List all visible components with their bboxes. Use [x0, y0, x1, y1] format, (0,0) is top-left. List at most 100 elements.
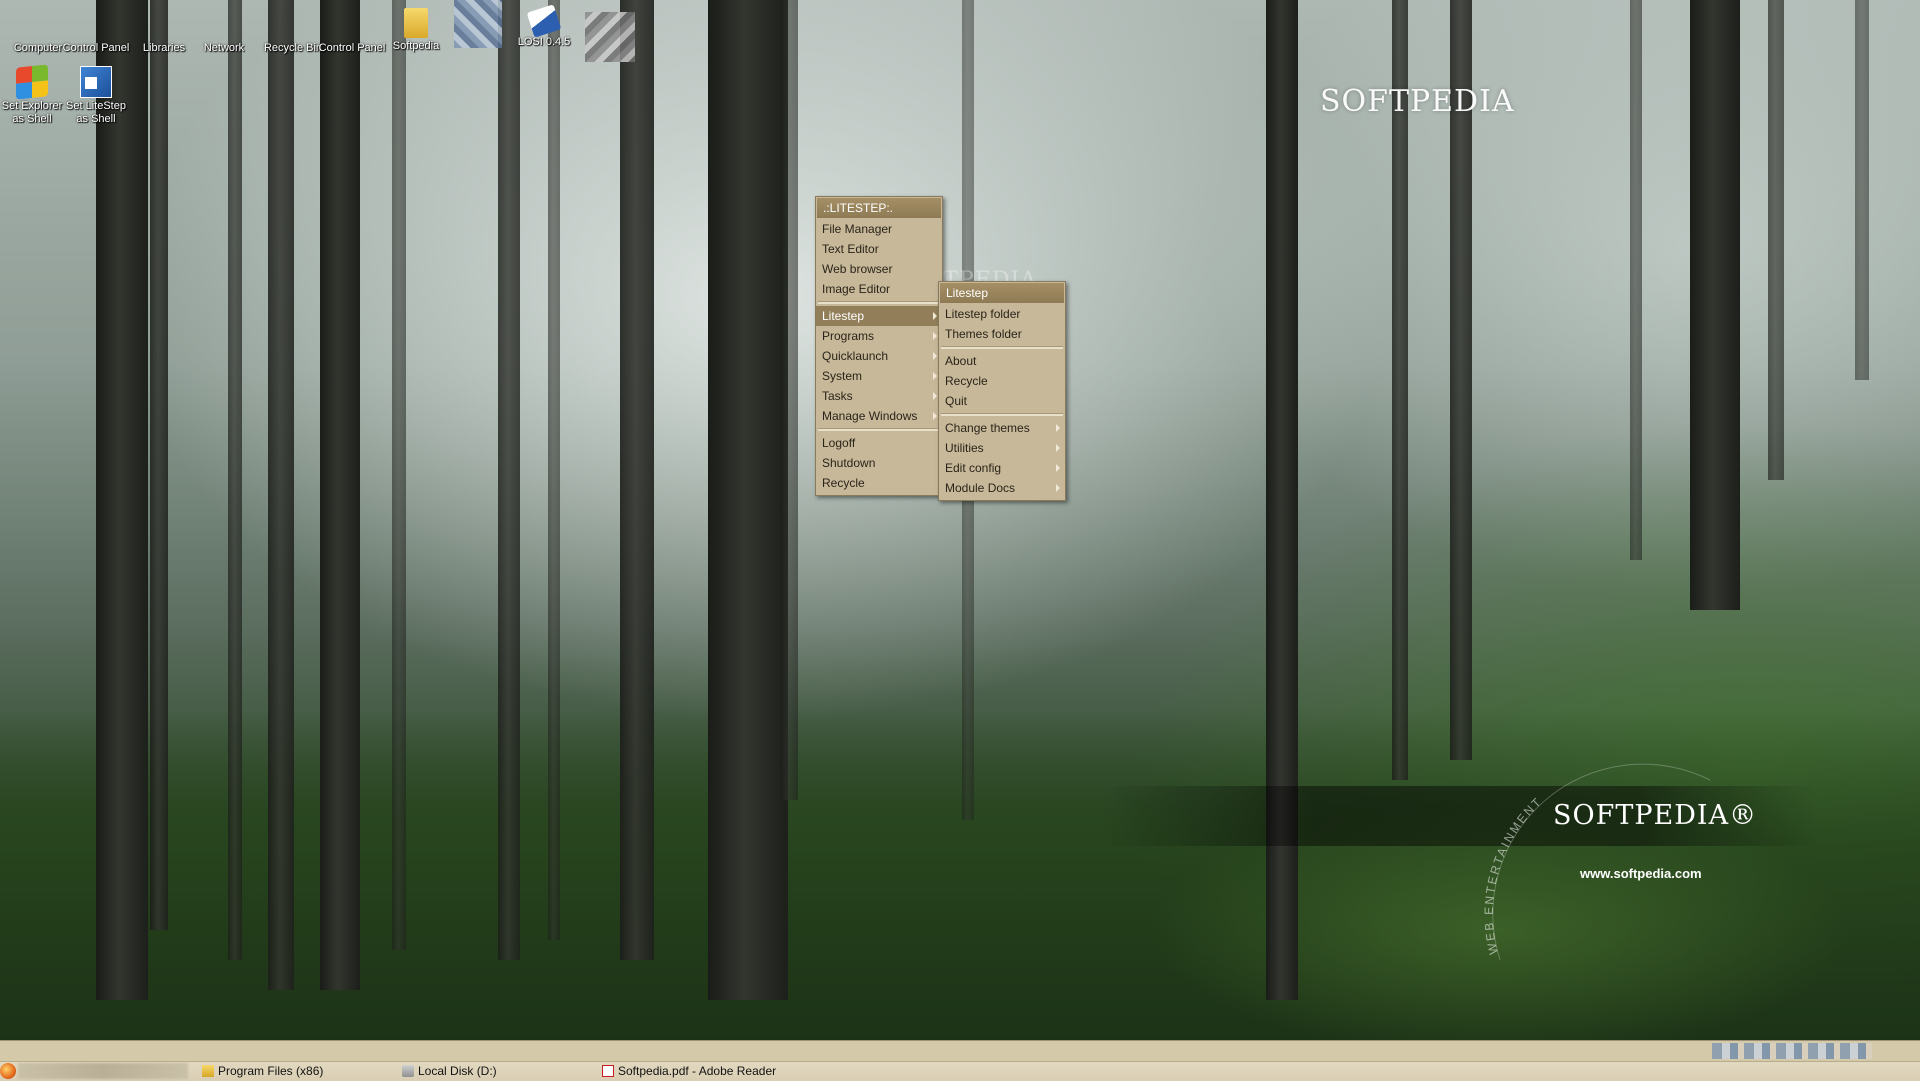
taskbar: Program Files (x86) Local Disk (D:) Soft… [0, 1040, 1920, 1081]
submenu-arrow-icon [1056, 484, 1060, 492]
menu-item-change-themes[interactable]: Change themes [939, 418, 1065, 438]
tree-trunk [228, 0, 242, 960]
menu-item-module-docs[interactable]: Module Docs [939, 478, 1065, 498]
menu-item-label: Programs [822, 329, 875, 343]
network-icon [208, 2, 240, 40]
menu-item-label: Tasks [822, 389, 853, 403]
submenu-arrow-icon [933, 332, 937, 340]
tree-trunk [548, 0, 560, 940]
control-panel-icon [80, 2, 112, 40]
taskbar-task-row: Program Files (x86) Local Disk (D:) Soft… [0, 1061, 1920, 1081]
submenu-arrow-icon [1056, 464, 1060, 472]
tree-trunk [498, 0, 520, 960]
tree-trunk [96, 0, 148, 1000]
tree-trunk [1855, 0, 1869, 380]
menu-separator [941, 346, 1063, 349]
tree-trunk [1768, 0, 1784, 480]
menu-separator [818, 428, 940, 431]
menu-item-recycle[interactable]: Recycle [939, 371, 1065, 391]
pdf-icon [602, 1065, 614, 1077]
softpedia-watermark-top: SOFTPEDIA [1320, 84, 1515, 119]
tree-trunk [780, 0, 798, 800]
tree-trunk [1630, 0, 1642, 560]
menu-item-recycle[interactable]: Recycle [816, 473, 942, 493]
submenu-arrow-icon [933, 352, 937, 360]
menu-item-programs[interactable]: Programs [816, 326, 942, 346]
desktop-icon-blurred[interactable] [572, 12, 648, 64]
menu-item-themes-folder[interactable]: Themes folder [939, 324, 1065, 344]
menu-item-manage-windows[interactable]: Manage Windows [816, 406, 942, 426]
desktop-icon-set-litestep-shell[interactable]: Set LiteStep as Shell [58, 66, 134, 126]
menu-item-quit[interactable]: Quit [939, 391, 1065, 411]
svg-text:WEB ENTERTAINMENT: WEB ENTERTAINMENT [1482, 794, 1545, 956]
menu-item-web-browser[interactable]: Web browser [816, 259, 942, 279]
submenu-arrow-icon [933, 412, 937, 420]
desktop-icon-label: Control Panel [62, 42, 130, 54]
submenu-title: Litestep [940, 283, 1064, 303]
menu-item-label: Utilities [945, 441, 984, 455]
watermark-arc-text: WEB ENTERTAINMENT [1482, 794, 1543, 956]
menu-item-utilities[interactable]: Utilities [939, 438, 1065, 458]
menu-item-label: System [822, 369, 863, 383]
menu-item-file-manager[interactable]: File Manager [816, 219, 942, 239]
menu-title: .:LITESTEP:. [817, 198, 941, 218]
folder-icon [404, 8, 428, 38]
menu-item-label: Change themes [945, 421, 1030, 435]
tree-trunk [620, 0, 654, 960]
control-panel-icon [336, 2, 368, 40]
desktop-icon-blurred[interactable] [440, 0, 516, 50]
tree-trunk [150, 0, 168, 930]
submenu-arrow-icon [1056, 424, 1060, 432]
menu-item-label: Edit config [945, 461, 1002, 475]
blurred-icon [585, 12, 635, 62]
desktop-icon-control-panel[interactable]: Control Panel [58, 2, 134, 55]
menu-item-litestep-folder[interactable]: Litestep folder [939, 304, 1065, 324]
taskbar-top-strip [0, 1041, 1920, 1062]
menu-item-logoff[interactable]: Logoff [816, 433, 942, 453]
task-program-files[interactable]: Program Files (x86) [202, 1063, 323, 1079]
desktop-icon-label: as Shell [76, 113, 116, 125]
task-label: Softpedia.pdf - Adobe Reader [618, 1064, 777, 1078]
menu-item-quicklaunch[interactable]: Quicklaunch [816, 346, 942, 366]
desktop[interactable]: SOFTPEDIA SOFTPEDIA WEB ENTERTAINMENT SO… [0, 0, 1920, 1040]
softpedia-watermark-logo: SOFTPEDIA® [1553, 800, 1758, 831]
losi-icon [526, 4, 562, 38]
menu-item-litestep[interactable]: Litestep [816, 306, 942, 326]
litestep-submenu: Litestep Litestep folder Themes folder A… [938, 281, 1066, 501]
submenu-arrow-icon [933, 392, 937, 400]
recycle-bin-icon [277, 2, 309, 40]
tree-trunk [708, 0, 788, 1000]
desktop-icon-label: Set LiteStep [66, 100, 126, 112]
system-tray-blurred-icons[interactable] [1712, 1043, 1872, 1059]
tree-trunk [268, 0, 294, 990]
menu-item-about[interactable]: About [939, 351, 1065, 371]
tree-trunk [1690, 0, 1740, 610]
desktop-icon-label: Network [203, 42, 245, 54]
menu-separator [818, 301, 940, 304]
menu-separator [941, 413, 1063, 416]
windows-logo-icon [16, 64, 48, 100]
folder-icon [202, 1065, 214, 1077]
blurred-taskbar-area [18, 1063, 188, 1079]
menu-item-edit-config[interactable]: Edit config [939, 458, 1065, 478]
menu-item-system[interactable]: System [816, 366, 942, 386]
softpedia-watermark-url: www.softpedia.com [1580, 866, 1702, 881]
tree-trunk [392, 0, 406, 950]
menu-item-label: Manage Windows [822, 409, 918, 423]
menu-item-label: Litestep [822, 309, 865, 323]
desktop-icon-network[interactable]: Network [186, 2, 262, 55]
menu-item-shutdown[interactable]: Shutdown [816, 453, 942, 473]
tree-trunk [320, 0, 360, 990]
menu-item-label: Quicklaunch [822, 349, 889, 363]
start-orb-icon[interactable] [0, 1063, 16, 1079]
desktop-icon-losi[interactable]: LOSI 0.4.5 [506, 2, 582, 49]
submenu-arrow-icon [933, 372, 937, 380]
menu-item-text-editor[interactable]: Text Editor [816, 239, 942, 259]
menu-item-tasks[interactable]: Tasks [816, 386, 942, 406]
task-local-disk[interactable]: Local Disk (D:) [402, 1063, 497, 1079]
blurred-icon [454, 0, 502, 48]
task-adobe-reader[interactable]: Softpedia.pdf - Adobe Reader [602, 1063, 776, 1079]
menu-item-image-editor[interactable]: Image Editor [816, 279, 942, 299]
task-label: Program Files (x86) [218, 1064, 324, 1078]
task-label: Local Disk (D:) [418, 1064, 497, 1078]
